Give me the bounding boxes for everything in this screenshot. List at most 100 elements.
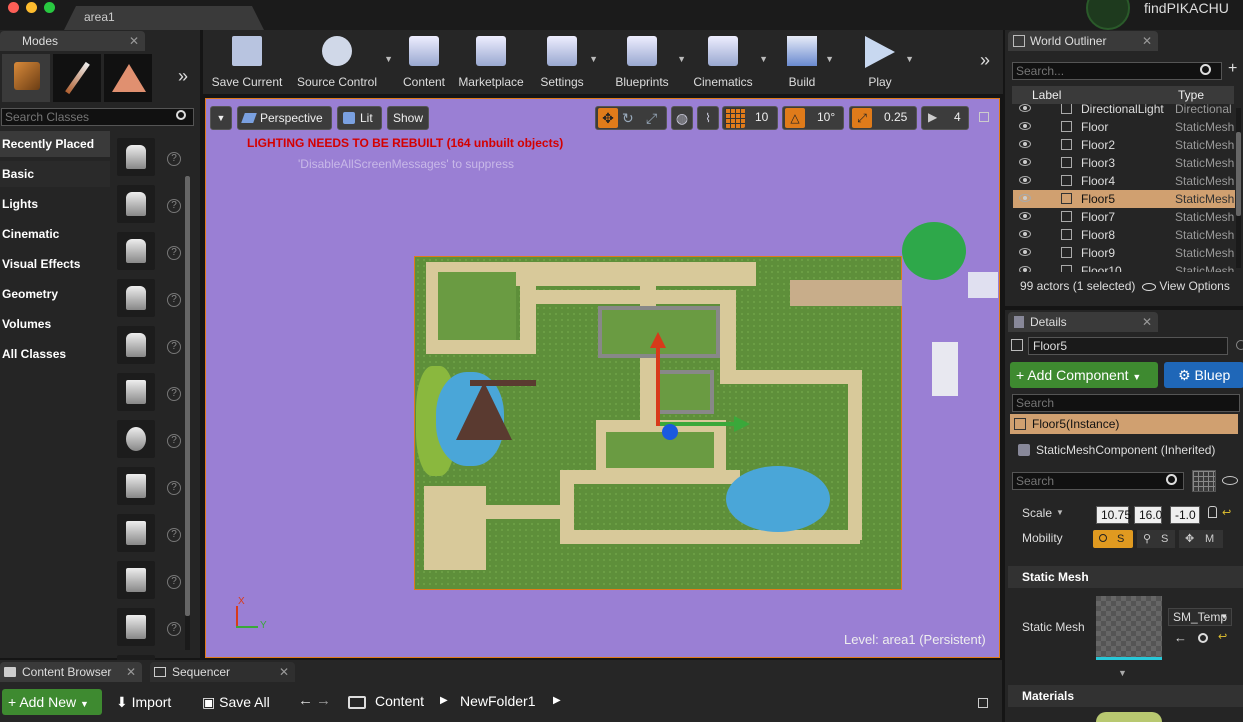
maximize-window-button[interactable] [44,2,55,13]
visibility-eye-icon[interactable] [1019,140,1031,148]
static-mesh-thumbnail[interactable] [1096,596,1162,660]
help-icon[interactable]: ? [167,293,181,307]
cylinder-icon[interactable] [117,467,155,505]
visibility-eye-icon[interactable] [1019,194,1031,202]
details-tab[interactable]: Details ✕ [1008,312,1158,332]
breadcrumb-content[interactable]: Content [375,693,424,709]
particle-icon[interactable] [117,326,155,364]
help-icon[interactable]: ? [167,528,181,542]
mobility-movable-button[interactable]: ✥ M [1179,530,1223,548]
outliner-row[interactable]: Floor7 StaticMesh [1013,208,1235,226]
lock-toggle[interactable] [1236,340,1243,350]
scale-x-field[interactable]: 10.75 [1096,506,1131,524]
settings-button[interactable]: Settings ▼ [538,34,598,90]
actor-name-field[interactable]: Floor5 [1028,337,1228,355]
category-all-classes[interactable]: All Classes [0,341,110,367]
outliner-search-input[interactable] [1012,62,1222,80]
back-arrow-icon[interactable]: ← [298,692,313,709]
type-column-header[interactable]: Type [1178,88,1204,102]
static-mesh-dropdown[interactable]: SM_Temp ▼ [1168,608,1232,626]
category-geometry[interactable]: Geometry [0,281,110,307]
save-all-button[interactable]: ▣ Save All [196,689,284,715]
visibility-eye-icon[interactable] [1019,230,1031,238]
category-volumes[interactable]: Volumes [0,311,110,337]
help-icon[interactable]: ? [167,434,181,448]
gizmo-y-arrow[interactable] [734,416,750,432]
visibility-eye-icon[interactable] [1019,104,1031,112]
import-button[interactable]: ⬇ Import [110,689,190,715]
cone-icon[interactable] [117,514,155,552]
cube-icon[interactable] [117,373,155,411]
outliner-row[interactable]: Floor4 StaticMesh [1013,172,1235,190]
outliner-row[interactable]: Floor2 StaticMesh [1013,136,1235,154]
outliner-row[interactable]: Floor StaticMesh [1013,118,1235,136]
expand-arrow-icon[interactable]: ▼ [1118,668,1127,678]
materials-section[interactable]: Materials [1008,685,1243,707]
chevron-down-icon[interactable]: ▼ [384,54,393,64]
play-button[interactable]: Play ▼ [858,34,914,90]
gizmo-center[interactable] [662,424,678,440]
instance-row[interactable]: Floor5(Instance) [1010,414,1238,434]
use-selected-arrow-icon[interactable]: ← [1174,630,1187,645]
mobility-stationary-button[interactable]: ⚲ S [1137,530,1175,548]
static-mesh-section[interactable]: Static Mesh [1008,566,1243,588]
details-search-input[interactable] [1012,472,1184,490]
blueprint-button[interactable]: ⚙ Bluep [1164,362,1243,388]
lock-icon[interactable] [978,698,988,708]
visibility-eye-icon[interactable] [1019,248,1031,256]
chevron-down-icon[interactable]: ▼ [589,54,598,64]
source-control-button[interactable]: Source Control ▼ [293,34,393,90]
content-browser-tab[interactable]: Content Browser ✕ [0,662,142,682]
scale-dropdown-icon[interactable]: ▼ [1056,508,1064,517]
outliner-row[interactable]: Floor5 StaticMesh [1013,190,1235,208]
help-icon[interactable]: ? [167,575,181,589]
paint-mode-button[interactable] [53,54,101,102]
browse-search-icon[interactable] [1198,633,1208,643]
sphere-icon[interactable] [117,420,155,458]
breadcrumb-newfolder1[interactable]: NewFolder1 [460,693,535,709]
add-component-button[interactable]: + Add Component ▼ [1010,362,1158,388]
component-search-input[interactable] [1012,394,1240,412]
view-options-button[interactable]: View Options [1142,279,1230,293]
breadcrumb-arrow-icon[interactable]: ▶ [553,695,561,706]
chevron-down-icon[interactable]: ▼ [825,54,834,64]
visibility-eye-icon[interactable] [1019,122,1031,130]
help-icon[interactable]: ? [167,622,181,636]
sequencer-tab[interactable]: Sequencer ✕ [150,662,295,682]
marketplace-button[interactable]: Marketplace [456,34,526,90]
blueprints-button[interactable]: Blueprints ▼ [610,34,686,90]
content-button[interactable]: Content [400,34,448,90]
save-current-button[interactable]: Save Current [211,34,283,90]
visibility-eye-icon[interactable] [1222,476,1238,485]
help-icon[interactable]: ? [167,481,181,495]
scale-lock-icon[interactable] [1208,506,1217,518]
help-icon[interactable]: ? [167,387,181,401]
world-outliner-tab[interactable]: World Outliner ✕ [1008,31,1158,51]
add-new-button[interactable]: + Add New ▼ [2,689,102,715]
camera-icon[interactable] [117,279,155,317]
add-actor-icon[interactable]: + [1228,60,1237,78]
plane-icon[interactable] [117,561,155,599]
toolbar-more-chevron-icon[interactable]: » [980,50,990,71]
close-window-button[interactable] [8,2,19,13]
outliner-row[interactable]: Floor8 StaticMesh [1013,226,1235,244]
place-mode-button[interactable] [2,54,50,102]
property-matrix-icon[interactable] [1192,470,1216,492]
breadcrumb-arrow-icon[interactable]: ▶ [440,695,448,706]
visibility-eye-icon[interactable] [1019,158,1031,166]
landscape-mode-button[interactable] [104,54,152,102]
more-modes-chevron-icon[interactable]: » [178,66,188,87]
chevron-down-icon[interactable]: ▼ [677,54,686,64]
modes-tab[interactable]: Modes ✕ [0,31,145,51]
mobility-static-button[interactable]: S [1093,530,1133,548]
reset-icon[interactable]: ↩ [1222,506,1231,519]
reset-icon[interactable]: ↩ [1218,630,1227,643]
outliner-row[interactable]: Floor3 StaticMesh [1013,154,1235,172]
outliner-scrollbar[interactable] [1236,108,1241,268]
label-column-header[interactable]: Label [1032,88,1061,102]
box-trigger-icon[interactable] [117,608,155,646]
gizmo-z-arrow[interactable] [650,332,666,348]
visibility-eye-icon[interactable] [1019,212,1031,220]
chevron-down-icon[interactable]: ▼ [759,54,768,64]
component-row[interactable]: StaticMeshComponent (Inherited) [1018,440,1238,460]
